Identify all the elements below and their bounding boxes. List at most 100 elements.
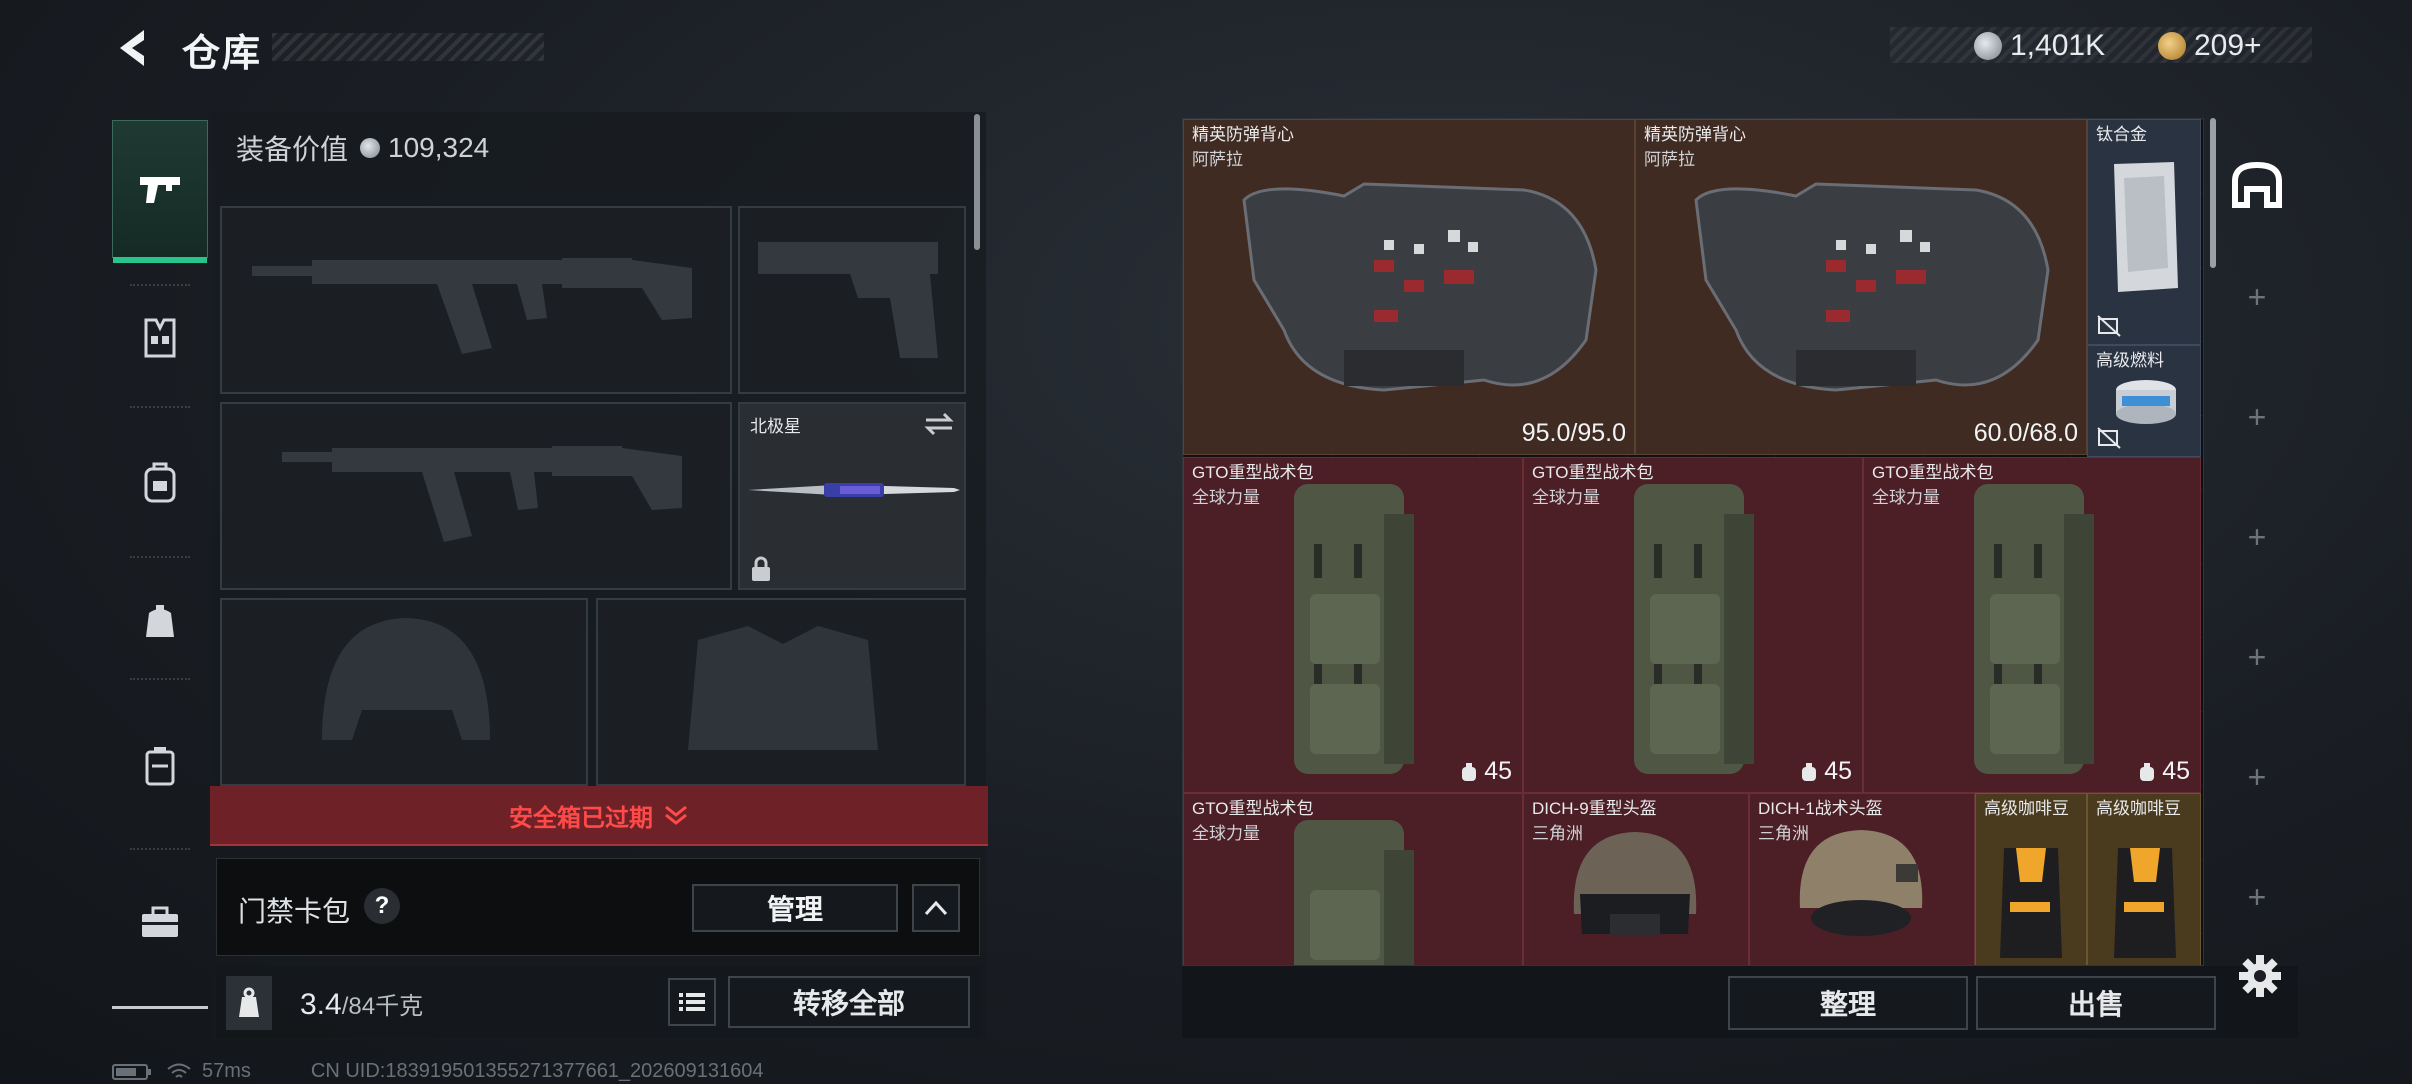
storage-grid: 精英防弹背心 阿萨拉 95.0/95.0 精英防弹背心 阿萨拉 60.0/68.…	[1182, 118, 2204, 966]
primary-weapon-slot[interactable]	[220, 206, 732, 394]
storage-item-helmet[interactable]: DICH-9重型头盔 三角洲	[1523, 793, 1749, 965]
backpack-small-icon	[1802, 762, 1817, 781]
storage-item-vest[interactable]: 精英防弹背心 阿萨拉 60.0/68.0	[1635, 119, 2087, 455]
backpack-icon	[1294, 484, 1414, 774]
equipment-value-amount: 109,324	[388, 132, 490, 163]
settings-button[interactable]	[2236, 952, 2284, 1000]
nav-item-toolbox[interactable]	[112, 886, 208, 958]
storage-item-backpack[interactable]: GTO重型战术包 全球力量 45	[1863, 457, 2201, 793]
melee-name: 北极星	[750, 417, 801, 436]
warehouse-icon	[2232, 161, 2282, 208]
rifle-silhouette-icon	[252, 258, 692, 354]
capacity: 45	[1460, 757, 1512, 786]
gold-amount: 209+	[2194, 29, 2262, 62]
add-page-button[interactable]: +	[2212, 620, 2302, 694]
heavy-helmet-icon	[1573, 832, 1697, 936]
storage-item-coffee[interactable]: 高级咖啡豆	[1975, 793, 2087, 965]
equipment-value-label: 装备价值	[236, 134, 349, 165]
backpack-small-icon	[1462, 762, 1477, 781]
toolbox-icon	[142, 906, 178, 937]
no-insure-icon	[2097, 427, 2121, 449]
loadout-scrollbar[interactable]	[974, 114, 980, 250]
nav-item-case[interactable]	[112, 736, 208, 796]
coffee-bag-icon	[2000, 848, 2062, 958]
secondary-weapon-slot[interactable]	[220, 402, 732, 590]
category-nav	[112, 108, 208, 1008]
help-button[interactable]: ?	[364, 888, 400, 924]
backpack-small-icon	[2140, 762, 2155, 781]
nav-item-backpack[interactable]	[112, 452, 208, 512]
helmet-silhouette-icon	[322, 618, 490, 740]
lock-icon	[752, 556, 770, 581]
case-icon	[145, 747, 175, 786]
melee-slot[interactable]: 北极星	[738, 402, 966, 590]
collapse-button[interactable]	[912, 884, 960, 932]
storage-item-titanium[interactable]: 钛合金	[2087, 119, 2201, 345]
gold-coin-icon	[2158, 32, 2186, 60]
secure-case-expired-text: 安全箱已过期	[509, 804, 653, 832]
storage-page-rail: + + + + + +	[2212, 118, 2302, 968]
manage-button[interactable]: 管理	[692, 884, 898, 932]
uid-text: CN UID:183919501355271377661_20260913160…	[310, 1060, 764, 1082]
swap-icon[interactable]	[924, 412, 954, 436]
weight-kg-icon	[226, 976, 272, 1030]
nav-item-chest-rig[interactable]	[112, 308, 208, 368]
fuel-can-icon	[2116, 380, 2176, 424]
nav-item-weapons[interactable]	[112, 120, 208, 263]
coffee-bag-icon	[2114, 848, 2176, 958]
battery-icon	[112, 1063, 151, 1080]
silver-amount: 1,401K	[2010, 29, 2106, 62]
durability-text: 60.0/68.0	[1973, 419, 2078, 447]
tactical-helmet-icon	[1799, 830, 1923, 936]
weight-readout: 3.4/84千克	[300, 986, 423, 1022]
pouch-icon	[146, 605, 174, 637]
sidearm-slot[interactable]	[738, 206, 966, 394]
backpack-icon	[1294, 820, 1414, 965]
chest-rig-icon	[144, 318, 176, 358]
rifle-silhouette-icon	[282, 446, 682, 542]
sell-button[interactable]: 出售	[1976, 976, 2216, 1030]
page-title: 仓库	[182, 33, 263, 75]
metal-plate-icon	[2114, 162, 2178, 292]
armor-slot[interactable]	[596, 598, 966, 786]
storage-item-fuel[interactable]: 高级燃料	[2087, 345, 2201, 457]
transfer-all-button[interactable]: 转移全部	[728, 976, 970, 1028]
ping-text: 57ms	[202, 1060, 251, 1082]
add-page-button[interactable]: +	[2212, 860, 2302, 934]
storage-item-coffee[interactable]: 高级咖啡豆	[2087, 793, 2201, 965]
armor-silhouette-icon	[688, 626, 878, 750]
storage-item-helmet[interactable]: DICH-1战术头盔 三角洲	[1749, 793, 1975, 965]
back-arrow-icon	[120, 30, 144, 66]
storage-item-backpack[interactable]: GTO重型战术包 全球力量	[1183, 793, 1523, 965]
status-line: 57ms CN UID:183919501355271377661_202609…	[112, 1060, 764, 1083]
warehouse-page-tab[interactable]	[2212, 140, 2302, 230]
equipment-value: 装备价值 109,324	[236, 128, 489, 168]
knife-icon	[748, 483, 960, 497]
add-page-button[interactable]: +	[2212, 500, 2302, 574]
add-page-button[interactable]: +	[2212, 380, 2302, 454]
add-page-button[interactable]: +	[2212, 740, 2302, 814]
vest-icon	[1694, 182, 2050, 392]
secure-case-expired-bar[interactable]: 安全箱已过期	[210, 786, 988, 846]
silver-currency[interactable]: 1,401K	[1974, 28, 2105, 64]
chevron-up-icon	[924, 900, 948, 916]
pistol-silhouette-icon	[758, 242, 938, 358]
backpack-icon	[1974, 484, 2094, 774]
storage-item-vest[interactable]: 精英防弹背心 阿萨拉 95.0/95.0	[1183, 119, 1635, 455]
title-decoration	[272, 33, 544, 61]
storage-item-backpack[interactable]: GTO重型战术包 全球力量 45	[1183, 457, 1523, 793]
add-page-button[interactable]: +	[2212, 260, 2302, 334]
nav-bottom-line	[112, 1006, 208, 1009]
tidy-button[interactable]: 整理	[1728, 976, 1968, 1030]
back-button[interactable]	[112, 26, 156, 70]
backpack-icon	[1634, 484, 1754, 774]
backpack-icon	[144, 462, 176, 503]
helmet-slot[interactable]	[220, 598, 588, 786]
durability-text: 95.0/95.0	[1521, 419, 1626, 447]
nav-item-pouch[interactable]	[112, 592, 208, 652]
wifi-icon	[167, 1063, 191, 1078]
silver-coin-icon	[360, 138, 381, 158]
list-view-button[interactable]	[668, 978, 716, 1026]
gold-currency[interactable]: 209+	[2158, 28, 2262, 64]
storage-item-backpack[interactable]: GTO重型战术包 全球力量 45	[1523, 457, 1863, 793]
